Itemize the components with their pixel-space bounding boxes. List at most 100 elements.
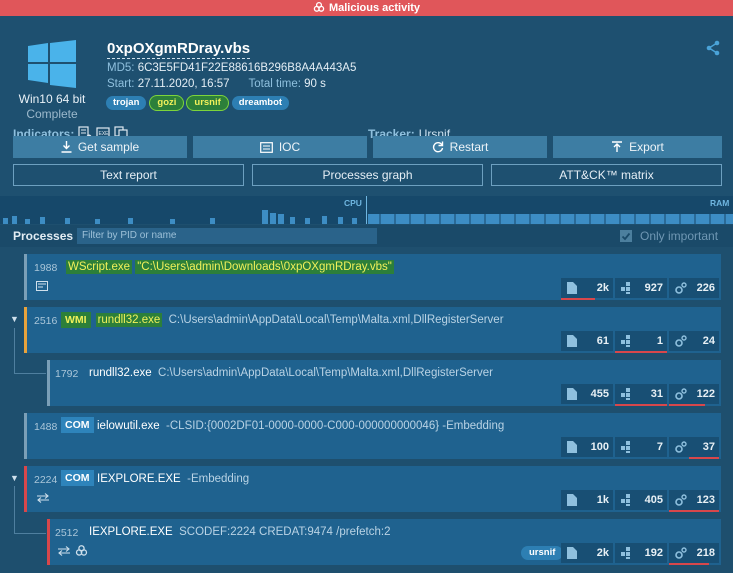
- export-icon: [612, 141, 623, 152]
- process-pid: 2224: [34, 474, 58, 486]
- tag-dreambot[interactable]: dreambot: [231, 96, 290, 110]
- md5-value[interactable]: 6C3E5FD41F22E88616B296B8A4A443A5: [138, 62, 357, 74]
- tag-list: trojan gozi ursnif dreambot: [106, 96, 290, 110]
- banner-label: Malicious activity: [328, 2, 421, 14]
- processes-title: Processes: [13, 229, 74, 243]
- process-stats: 61 1 24: [559, 331, 719, 353]
- process-stats: 455 31 122: [559, 384, 719, 406]
- file-icon: [567, 494, 577, 506]
- file-icon: [567, 547, 577, 559]
- task-status: Complete: [26, 107, 78, 121]
- process-args: "C:\Users\admin\Downloads\0xpOXgmRDray.v…: [135, 260, 394, 274]
- process-name: IEXPLORE.EXE -Embedding: [97, 473, 249, 485]
- tag-ursnif[interactable]: ursnif: [521, 546, 564, 560]
- only-important-label: Only important: [640, 229, 719, 243]
- process-name: rundll32.exe C:\Users\admin\AppData\Loca…: [89, 367, 493, 379]
- process-row[interactable]: 1792 rundll32.exe C:\Users\admin\AppData…: [47, 360, 721, 406]
- registry-icon: [621, 441, 630, 453]
- gears-icon: [675, 494, 687, 506]
- stat-files[interactable]: 100: [561, 437, 613, 457]
- stat-files[interactable]: 1k: [561, 490, 613, 510]
- tree-line: [14, 486, 15, 534]
- tag-gozi[interactable]: gozi: [150, 96, 184, 110]
- stat-files[interactable]: 2k: [561, 278, 613, 300]
- process-stats: 100 7 37: [559, 437, 719, 459]
- restart-button[interactable]: Restart: [373, 136, 547, 158]
- stat-registry[interactable]: 192: [615, 543, 667, 563]
- process-args: SCODEF:2224 CREDAT:9474 /prefetch:2: [179, 526, 391, 538]
- registry-icon: [621, 335, 630, 347]
- process-exe: IEXPLORE.EXE: [97, 473, 181, 485]
- gears-icon: [675, 441, 687, 453]
- export-button[interactable]: Export: [553, 136, 722, 158]
- process-row[interactable]: 1988 WScript.exe "C:\Users\admin\Downloa…: [24, 254, 721, 300]
- process-stats: 2k 192 218: [559, 543, 719, 565]
- stat-registry[interactable]: 927: [615, 278, 667, 298]
- stat-modules[interactable]: 123: [669, 490, 719, 512]
- only-important-toggle[interactable]: Only important: [620, 229, 718, 243]
- stat-modules[interactable]: 226: [669, 278, 719, 298]
- gears-icon: [675, 282, 687, 294]
- process-row[interactable]: 2516 WMI rundll32.exe C:\Users\admin\AppD…: [24, 307, 721, 353]
- process-pid: 1792: [55, 368, 79, 380]
- process-filter-input[interactable]: Filter by PID or name: [77, 228, 377, 244]
- start-label: Start:: [107, 78, 135, 90]
- process-args: -Embedding: [187, 473, 250, 485]
- process-bar: [47, 519, 50, 565]
- resource-graph: CPU RAM: [0, 196, 733, 224]
- cpu-ram-chart: [3, 196, 733, 224]
- stat-files[interactable]: 2k: [561, 543, 613, 563]
- network-exchange-icon: [37, 493, 49, 503]
- process-pid: 2512: [55, 527, 79, 539]
- processes-toolbar: Processes Filter by PID or name Only imp…: [0, 225, 733, 247]
- process-args: C:\Users\admin\AppData\Local\Temp\Malta.…: [168, 314, 504, 326]
- process-exe: rundll32.exe: [89, 367, 152, 379]
- total-time-label: Total time:: [248, 78, 301, 90]
- md5-row: MD5: 6C3E5FD41F22E88616B296B8A4A443A5: [107, 62, 356, 74]
- process-row[interactable]: 2224 COM IEXPLORE.EXE -Embedding 1k 405 …: [24, 466, 721, 512]
- md5-label: MD5:: [107, 62, 135, 74]
- get-sample-button[interactable]: Get sample: [13, 136, 187, 158]
- file-name[interactable]: 0xpOXgmRDray.vbs: [107, 40, 251, 59]
- stat-files[interactable]: 61: [561, 331, 613, 351]
- only-important-checkbox[interactable]: [620, 230, 632, 242]
- ioc-button[interactable]: IOC: [193, 136, 367, 158]
- process-args: -CLSID:{0002DF01-0000-0000-C000-00000000…: [166, 420, 505, 432]
- com-badge: COM: [61, 417, 94, 433]
- stat-modules[interactable]: 37: [669, 437, 719, 459]
- stat-modules[interactable]: 24: [669, 331, 719, 351]
- process-pid: 1988: [34, 262, 58, 274]
- gears-icon: [675, 547, 687, 559]
- attck-matrix-button[interactable]: ATT&CK™ matrix: [491, 164, 722, 186]
- com-badge: COM: [61, 470, 94, 486]
- collapse-caret-icon[interactable]: ▼: [10, 314, 19, 324]
- tag-ursnif[interactable]: ursnif: [187, 96, 228, 110]
- stat-registry[interactable]: 405: [615, 490, 667, 510]
- cpu-label: CPU: [344, 198, 362, 208]
- registry-icon: [621, 547, 630, 559]
- stat-files[interactable]: 455: [561, 384, 613, 404]
- start-value: 27.11.2020, 16:57: [137, 78, 230, 90]
- process-exe: WScript.exe: [66, 260, 132, 274]
- stat-registry[interactable]: 1: [615, 331, 667, 353]
- script-icon: [36, 281, 48, 291]
- stat-registry[interactable]: 7: [615, 437, 667, 457]
- get-sample-label: Get sample: [77, 140, 140, 154]
- process-row[interactable]: 2512 IEXPLORE.EXE SCODEF:2224 CREDAT:947…: [47, 519, 721, 565]
- stat-modules[interactable]: 122: [669, 384, 719, 406]
- ioc-label: IOC: [278, 140, 301, 154]
- tag-trojan[interactable]: trojan: [106, 96, 147, 110]
- stat-registry[interactable]: 31: [615, 384, 667, 406]
- export-label: Export: [629, 140, 664, 154]
- share-icon[interactable]: [705, 40, 721, 56]
- file-icon: [567, 441, 577, 453]
- process-row[interactable]: 1488 COM ielowutil.exe -CLSID:{0002DF01-…: [24, 413, 721, 459]
- collapse-caret-icon[interactable]: ▼: [10, 473, 19, 483]
- text-report-button[interactable]: Text report: [13, 164, 244, 186]
- process-bar: [24, 307, 27, 353]
- start-row: Start: 27.11.2020, 16:57 Total time: 90 …: [107, 78, 326, 90]
- process-exe: rundll32.exe: [95, 313, 163, 327]
- ioc-icon: [259, 142, 273, 153]
- processes-graph-button[interactable]: Processes graph: [252, 164, 483, 186]
- stat-modules[interactable]: 218: [669, 543, 719, 565]
